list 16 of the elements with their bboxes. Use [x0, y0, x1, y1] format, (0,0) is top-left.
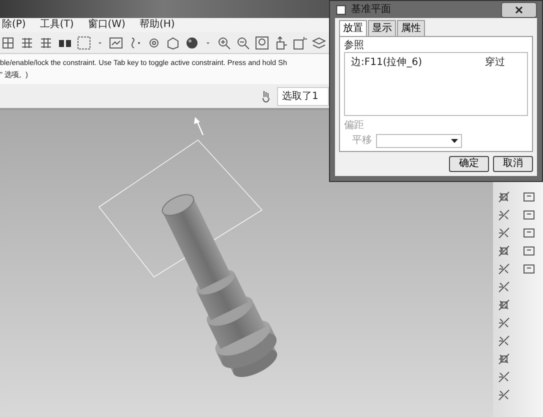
constraint-text[interactable]: 穿过: [485, 57, 505, 69]
menu-item[interactable]: 除(P): [2, 20, 26, 30]
dialog-button[interactable]: 确定: [449, 156, 489, 172]
menu-item[interactable]: 窗口(W): [88, 20, 126, 30]
tab[interactable]: 放置: [339, 20, 367, 36]
section-label: 偏距: [344, 120, 365, 132]
field-label: 平移: [352, 135, 372, 147]
dialog-title: 基准平面: [351, 2, 391, 17]
tab[interactable]: 属性: [397, 20, 425, 36]
selection-status: 选取了1: [277, 86, 329, 106]
section-label: 参照: [344, 40, 365, 52]
menu-item[interactable]: 工具(T): [40, 20, 74, 30]
menu-item[interactable]: 帮助(H): [139, 20, 175, 30]
reference-text[interactable]: 边:F11(拉伸_6): [351, 57, 485, 69]
dialog-button[interactable]: 取消: [493, 156, 533, 172]
tab[interactable]: 显示: [368, 20, 396, 36]
